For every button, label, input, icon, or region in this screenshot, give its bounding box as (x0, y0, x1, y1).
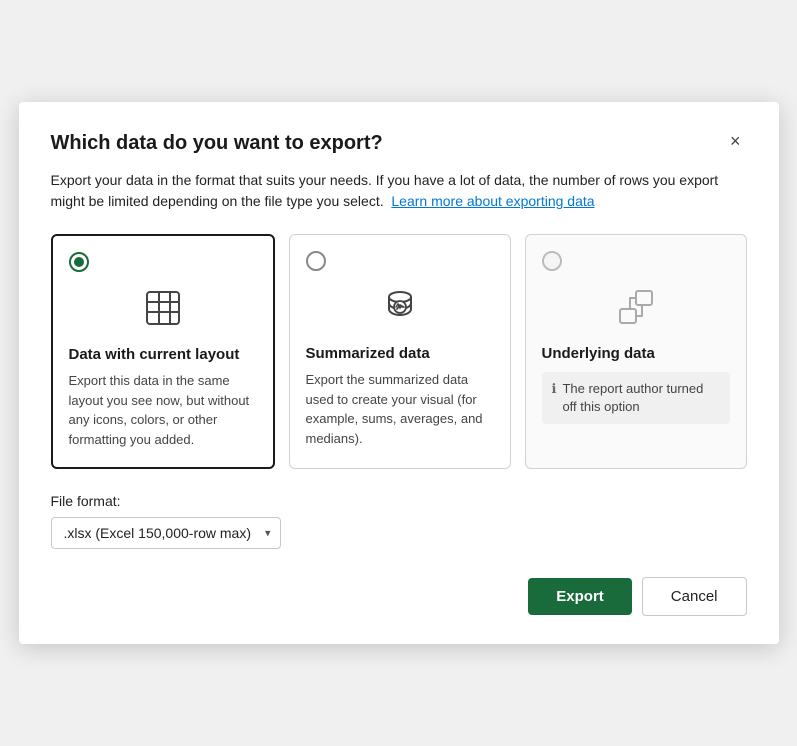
dialog-header: Which data do you want to export? × (51, 130, 747, 156)
option-card-layout[interactable]: Data with current layout Export this dat… (51, 234, 275, 469)
radio-dot-layout (74, 257, 84, 267)
dialog-title: Which data do you want to export? (51, 130, 383, 156)
file-format-select-wrapper: .xlsx (Excel 150,000-row max) .csv ▾ (51, 517, 281, 549)
disabled-notice: ℹ The report author turned off this opti… (542, 372, 730, 424)
radio-underlying (542, 251, 562, 271)
file-format-section: File format: .xlsx (Excel 150,000-row ma… (51, 493, 747, 549)
summarized-icon (306, 281, 494, 333)
radio-row-layout (69, 252, 257, 272)
underlying-icon (542, 281, 730, 333)
dialog-description: Export your data in the format that suit… (51, 170, 747, 212)
export-dialog: Which data do you want to export? × Expo… (19, 102, 779, 644)
options-row: Data with current layout Export this dat… (51, 234, 747, 469)
option-label-summarized: Summarized data (306, 345, 494, 362)
option-label-underlying: Underlying data (542, 345, 730, 362)
learn-more-link[interactable]: Learn more about exporting data (391, 193, 594, 209)
radio-row-underlying (542, 251, 730, 271)
info-icon: ℹ (552, 381, 557, 397)
radio-layout[interactable] (69, 252, 89, 272)
layout-icon (69, 282, 257, 334)
option-card-underlying: Underlying data ℹ The report author turn… (525, 234, 747, 469)
export-button[interactable]: Export (528, 578, 632, 615)
cancel-button[interactable]: Cancel (642, 577, 747, 616)
file-format-label: File format: (51, 493, 747, 509)
dialog-footer: Export Cancel (51, 577, 747, 616)
radio-summarized[interactable] (306, 251, 326, 271)
file-format-select[interactable]: .xlsx (Excel 150,000-row max) .csv (51, 517, 281, 549)
option-label-layout: Data with current layout (69, 346, 257, 363)
disabled-notice-text: The report author turned off this option (562, 380, 719, 416)
radio-row-summarized (306, 251, 494, 271)
close-button[interactable]: × (724, 130, 747, 152)
option-desc-layout: Export this data in the same layout you … (69, 371, 257, 449)
option-desc-summarized: Export the summarized data used to creat… (306, 370, 494, 448)
option-card-summarized[interactable]: Summarized data Export the summarized da… (289, 234, 511, 469)
